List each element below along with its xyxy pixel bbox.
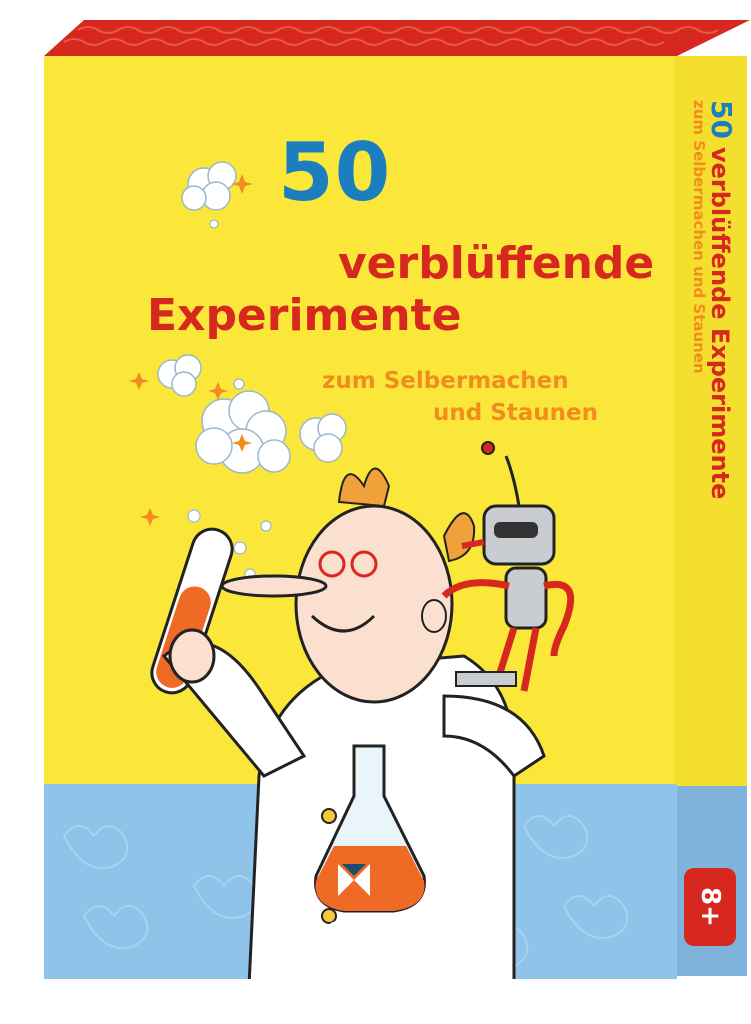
side-title: 50 verblüffende Experimente bbox=[705, 100, 738, 499]
brand-name: moses. bbox=[276, 904, 459, 958]
age-label: 8+ bbox=[694, 887, 725, 927]
subtitle-line-2: und Staunen bbox=[433, 400, 599, 426]
robot-illustration bbox=[441, 441, 575, 692]
title-word-2: Experimente bbox=[147, 290, 462, 341]
side-subtitle: zum Selbermachen und Staunen bbox=[690, 100, 708, 374]
subtitle-line-1: zum Selbermachen bbox=[322, 368, 569, 394]
title-number: 50 bbox=[278, 126, 392, 219]
side-title-text: verblüffende Experimente bbox=[706, 146, 734, 500]
age-badge: 8+ bbox=[684, 868, 736, 946]
card-game-box: 50 verblüffende Experimente zum Selberma… bbox=[0, 0, 751, 1024]
sparkle-icon bbox=[129, 174, 253, 526]
moses-logo-icon bbox=[338, 864, 370, 896]
title-word-1: verblüffende bbox=[338, 238, 655, 289]
side-title-number: 50 bbox=[705, 100, 738, 139]
